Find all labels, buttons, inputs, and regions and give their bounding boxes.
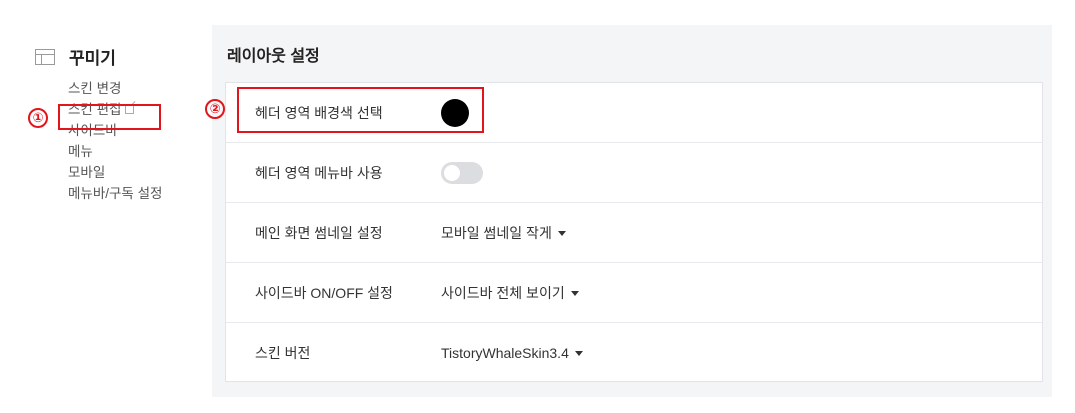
toggle-knob bbox=[444, 165, 460, 181]
caret-down-icon bbox=[570, 290, 579, 296]
step-marker-1: ① bbox=[28, 108, 48, 128]
sidebar-item-menu[interactable]: 메뉴 bbox=[68, 141, 162, 162]
caret-down-icon bbox=[557, 230, 566, 236]
layout-settings-panel: 레이아웃 설정 헤더 영역 배경색 선택 헤더 영역 메뉴바 사용 메인 화면 … bbox=[212, 25, 1052, 397]
sidebar-item-label: 메뉴바/구독 설정 bbox=[68, 186, 163, 201]
skin-version-select[interactable]: TistoryWhaleSkin3.4 bbox=[441, 323, 583, 383]
setting-label: 사이드바 ON/OFF 설정 bbox=[255, 285, 393, 301]
highlight-box-header-bg-color bbox=[237, 87, 484, 133]
setting-row-main-thumbnail: 메인 화면 썸네일 설정 모바일 썸네일 작게 bbox=[226, 203, 1042, 263]
thumbnail-select[interactable]: 모바일 썸네일 작게 bbox=[441, 203, 566, 263]
select-value: 모바일 썸네일 작게 bbox=[441, 225, 552, 241]
sidebar-item-label: 메뉴 bbox=[68, 144, 93, 159]
setting-label: 메인 화면 썸네일 설정 bbox=[255, 225, 383, 241]
sidebar-visibility-select[interactable]: 사이드바 전체 보이기 bbox=[441, 263, 579, 323]
setting-label: 헤더 영역 메뉴바 사용 bbox=[255, 165, 383, 181]
sidebar-section-header: 꾸미기 bbox=[35, 44, 116, 69]
sidebar-item-label: 모바일 bbox=[68, 165, 106, 180]
highlight-box-skin-edit bbox=[58, 104, 161, 130]
setting-row-sidebar-onoff: 사이드바 ON/OFF 설정 사이드바 전체 보이기 bbox=[226, 263, 1042, 323]
sidebar-item-mobile[interactable]: 모바일 bbox=[68, 162, 162, 183]
setting-row-skin-version: 스킨 버전 TistoryWhaleSkin3.4 bbox=[226, 323, 1042, 383]
sidebar-item-label: 스킨 변경 bbox=[68, 81, 122, 96]
header-menubar-toggle[interactable] bbox=[441, 162, 483, 184]
sidebar-menu: 스킨 변경 스킨 편집 사이드바 메뉴 모바일 메뉴바/구독 설정 bbox=[68, 78, 162, 204]
sidebar-item-menubar-subscribe[interactable]: 메뉴바/구독 설정 bbox=[68, 183, 162, 204]
setting-control bbox=[441, 143, 483, 203]
caret-down-icon bbox=[574, 350, 583, 356]
sidebar-item-skin-change[interactable]: 스킨 변경 bbox=[68, 78, 162, 99]
select-value: 사이드바 전체 보이기 bbox=[441, 285, 565, 301]
layout-icon bbox=[35, 48, 55, 65]
sidebar-section-title: 꾸미기 bbox=[69, 49, 116, 68]
step-marker-2: ② bbox=[205, 99, 225, 119]
select-value: TistoryWhaleSkin3.4 bbox=[441, 345, 569, 361]
page-title: 레이아웃 설정 bbox=[227, 48, 320, 65]
setting-row-header-menubar: 헤더 영역 메뉴바 사용 bbox=[226, 143, 1042, 203]
setting-label: 스킨 버전 bbox=[255, 345, 311, 361]
sidebar: 꾸미기 스킨 변경 스킨 편집 사이드바 메뉴 모바일 메뉴바/구독 설정 bbox=[0, 0, 200, 413]
